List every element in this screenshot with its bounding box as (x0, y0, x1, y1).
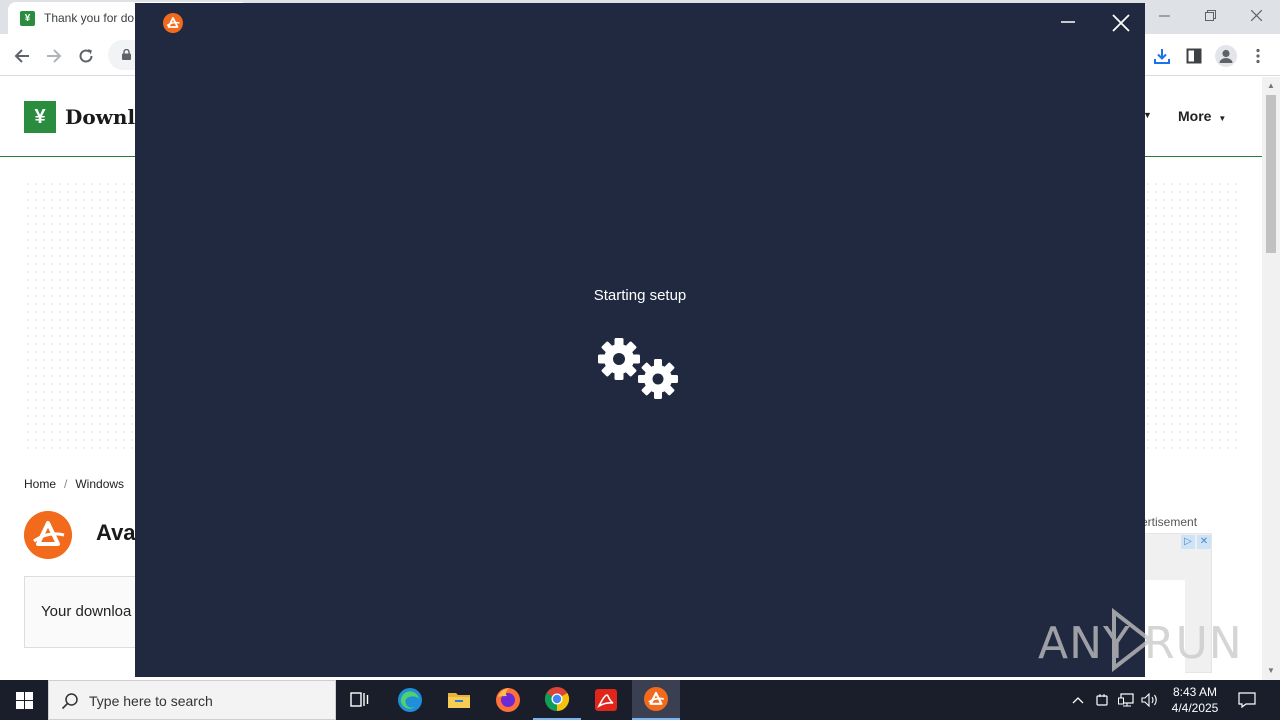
minimize-icon (1061, 21, 1075, 23)
window-restore-button[interactable] (1187, 0, 1233, 30)
download-icon (1154, 49, 1170, 64)
breadcrumb-home[interactable]: Home (24, 477, 56, 491)
kebab-menu-icon (1256, 48, 1260, 64)
chrome-icon (544, 687, 570, 711)
profile-button[interactable] (1212, 42, 1240, 70)
restore-icon (1204, 9, 1216, 21)
browser-menu-button[interactable] (1244, 42, 1272, 70)
edge-icon (398, 688, 422, 712)
acrobat-icon (595, 689, 617, 711)
tray-network-icon[interactable] (1116, 690, 1136, 710)
caret-down-icon: ▼ (1218, 114, 1227, 123)
window-minimize-button[interactable] (1141, 0, 1187, 30)
side-panel-icon (1186, 48, 1202, 64)
notification-icon (1238, 692, 1256, 708)
installer-window: Starting setup (135, 3, 1145, 677)
task-view-button[interactable] (336, 680, 384, 720)
folder-icon (448, 693, 470, 708)
firefox-icon (496, 688, 520, 712)
taskbar-firefox-button[interactable] (484, 680, 532, 720)
downloads-button[interactable] (1148, 42, 1176, 70)
reload-icon (79, 49, 93, 63)
avatar-icon (1215, 45, 1237, 67)
site-favicon-icon: ¥ (20, 11, 35, 26)
back-button[interactable] (8, 42, 36, 70)
avast-product-logo-icon (24, 511, 72, 559)
tray-volume-icon[interactable] (1140, 690, 1160, 710)
avast-logo-icon (163, 13, 183, 33)
taskbar-avast-installer-button[interactable] (632, 680, 680, 720)
search-icon (61, 693, 78, 710)
tray-chevron-up-icon[interactable] (1068, 690, 1088, 710)
clock-time: 8:43 AM (1172, 685, 1218, 699)
lock-icon (122, 49, 131, 60)
product-title: Ava (96, 520, 136, 545)
arrow-right-icon (47, 49, 62, 63)
close-icon (1250, 9, 1262, 21)
scrollbar-thumb[interactable] (1266, 95, 1276, 253)
taskbar-explorer-button[interactable] (435, 680, 483, 720)
window-close-button[interactable] (1233, 0, 1279, 30)
task-view-icon (350, 692, 369, 707)
scroll-down-icon[interactable]: ▼ (1266, 666, 1276, 676)
avast-logo-icon (644, 687, 668, 711)
ad-close-icon[interactable]: ✕ (1197, 535, 1211, 549)
screen: ¥ Thank you for do ¥ Downlo ▼ More ▼ Hom… (0, 0, 1280, 720)
taskbar-chrome-button[interactable] (533, 680, 581, 720)
setup-status-text: Starting setup (593, 287, 687, 304)
scroll-up-icon[interactable]: ▲ (1266, 81, 1276, 91)
breadcrumb: Home / Windows (24, 477, 124, 491)
tray-app-icon[interactable] (1092, 690, 1112, 710)
site-logo-icon[interactable]: ¥ (24, 101, 56, 133)
forward-button[interactable] (40, 42, 68, 70)
taskbar-clock[interactable]: 8:43 AM 4/4/2025 (1160, 684, 1230, 716)
nav-more-label: More (1178, 108, 1212, 124)
windows-taskbar: Type here to search 8:43 AM 4/4/2025 (0, 680, 1280, 720)
installer-minimize-button[interactable] (1057, 11, 1079, 33)
ad-choices-icon[interactable]: ▷ (1181, 535, 1195, 549)
start-button[interactable] (0, 680, 48, 720)
taskbar-edge-button[interactable] (386, 680, 434, 720)
watermark-left-text: ANY (1038, 618, 1131, 669)
taskbar-search-box[interactable]: Type here to search (48, 680, 336, 720)
gears-icon (598, 338, 678, 399)
side-panel-button[interactable] (1180, 42, 1208, 70)
arrow-left-icon (14, 49, 29, 63)
breadcrumb-windows[interactable]: Windows (75, 477, 124, 491)
minimize-icon (1158, 15, 1170, 16)
reload-button[interactable] (72, 42, 100, 70)
clock-date: 4/4/2025 (1171, 701, 1219, 715)
advertisement-label: ertisement (1141, 515, 1198, 529)
anyrun-watermark: ANY RUN (1038, 607, 1238, 672)
search-placeholder: Type here to search (89, 693, 213, 709)
nav-more-menu[interactable]: More ▼ (1178, 108, 1226, 124)
windows-logo-icon (15, 691, 33, 709)
download-status-text: Your downloa (41, 603, 132, 620)
taskbar-acrobat-button[interactable] (582, 680, 630, 720)
notification-center-button[interactable] (1237, 690, 1257, 710)
breadcrumb-separator: / (64, 477, 68, 491)
page-scrollbar[interactable]: ▲ ▼ (1262, 77, 1280, 680)
tab-title: Thank you for do (44, 11, 135, 25)
watermark-right-text: RUN (1144, 618, 1238, 669)
close-icon (1112, 14, 1130, 32)
installer-close-button[interactable] (1109, 11, 1133, 35)
